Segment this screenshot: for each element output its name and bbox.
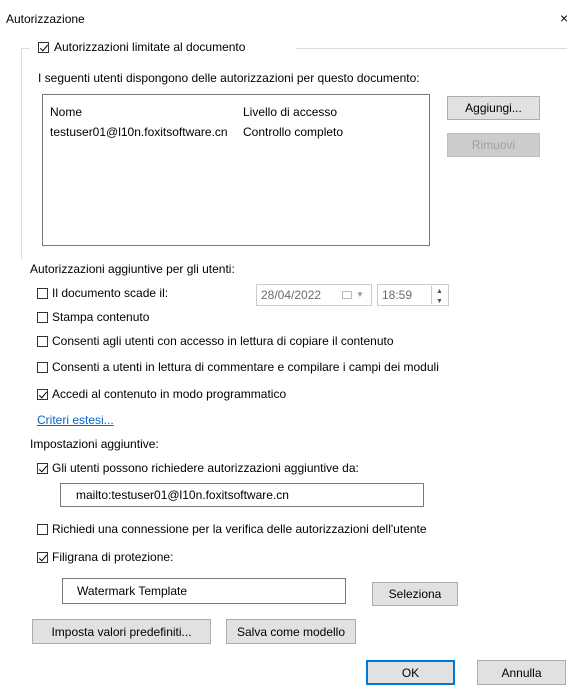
- ok-button[interactable]: OK: [366, 660, 455, 685]
- column-header-access-level[interactable]: Livello di accesso: [243, 105, 337, 119]
- restricted-checkbox[interactable]: [38, 42, 49, 53]
- save-as-template-button[interactable]: Salva come modello: [226, 619, 356, 644]
- expiry-date-value: 28/04/2022: [261, 288, 322, 302]
- additional-permissions-heading: Autorizzazioni aggiuntive per gli utenti…: [30, 262, 235, 276]
- watermark-label[interactable]: Filigrana di protezione:: [52, 550, 173, 564]
- watermark-template-field[interactable]: Watermark Template: [62, 578, 346, 604]
- programmatic-label[interactable]: Accedi al contenuto in modo programmatic…: [52, 387, 286, 401]
- request-permissions-checkbox[interactable]: [37, 463, 48, 474]
- column-header-name[interactable]: Nome: [50, 105, 82, 119]
- user-name-cell: testuser01@l10n.foxitsoftware.cn: [50, 125, 228, 139]
- chevron-down-icon: ▼: [356, 290, 364, 299]
- connection-label[interactable]: Richiedi una connessione per la verifica…: [52, 522, 427, 536]
- close-icon[interactable]: ×: [560, 11, 567, 25]
- time-spinner[interactable]: ▲ ▼: [431, 286, 447, 305]
- expires-checkbox[interactable]: [37, 288, 48, 299]
- extended-policy-link[interactable]: Criteri estesi...: [37, 413, 114, 427]
- copy-checkbox[interactable]: [37, 336, 48, 347]
- programmatic-checkbox[interactable]: [37, 389, 48, 400]
- request-permissions-label[interactable]: Gli utenti possono richiedere autorizzaz…: [52, 461, 359, 475]
- print-checkbox[interactable]: [37, 312, 48, 323]
- remove-user-button[interactable]: Rimuovi: [447, 133, 540, 157]
- expiry-time-value: 18:59: [382, 288, 413, 302]
- additional-settings-heading: Impostazioni aggiuntive:: [30, 437, 159, 451]
- user-access-cell: Controllo completo: [243, 125, 344, 139]
- table-row[interactable]: testuser01@l10n.foxitsoftware.cn Control…: [43, 123, 429, 141]
- select-watermark-button[interactable]: Seleziona: [372, 582, 458, 606]
- expiry-date-picker[interactable]: 28/04/2022 ▼: [256, 284, 372, 306]
- add-user-button[interactable]: Aggiungi...: [447, 96, 540, 120]
- comment-checkbox[interactable]: [37, 362, 48, 373]
- request-address-input[interactable]: mailto:testuser01@l10n.foxitsoftware.cn: [60, 483, 424, 507]
- users-listbox[interactable]: [42, 94, 430, 246]
- restricted-label[interactable]: Autorizzazioni limitate al documento: [54, 40, 245, 54]
- comment-label[interactable]: Consenti a utenti in lettura di commenta…: [52, 360, 439, 374]
- spin-down-icon[interactable]: ▼: [436, 292, 443, 312]
- connection-checkbox[interactable]: [37, 524, 48, 535]
- expires-label[interactable]: Il documento scade il:: [52, 286, 168, 300]
- cancel-button[interactable]: Annulla: [477, 660, 566, 685]
- dialog-title: Autorizzazione: [6, 12, 85, 26]
- set-defaults-button[interactable]: Imposta valori predefiniti...: [32, 619, 211, 644]
- expiry-time-field[interactable]: 18:59 ▲ ▼: [377, 284, 449, 306]
- calendar-icon: [342, 291, 352, 299]
- print-label[interactable]: Stampa contenuto: [52, 310, 149, 324]
- copy-label[interactable]: Consenti agli utenti con accesso in lett…: [52, 334, 394, 348]
- watermark-checkbox[interactable]: [37, 552, 48, 563]
- users-description: I seguenti utenti dispongono delle autor…: [38, 71, 420, 85]
